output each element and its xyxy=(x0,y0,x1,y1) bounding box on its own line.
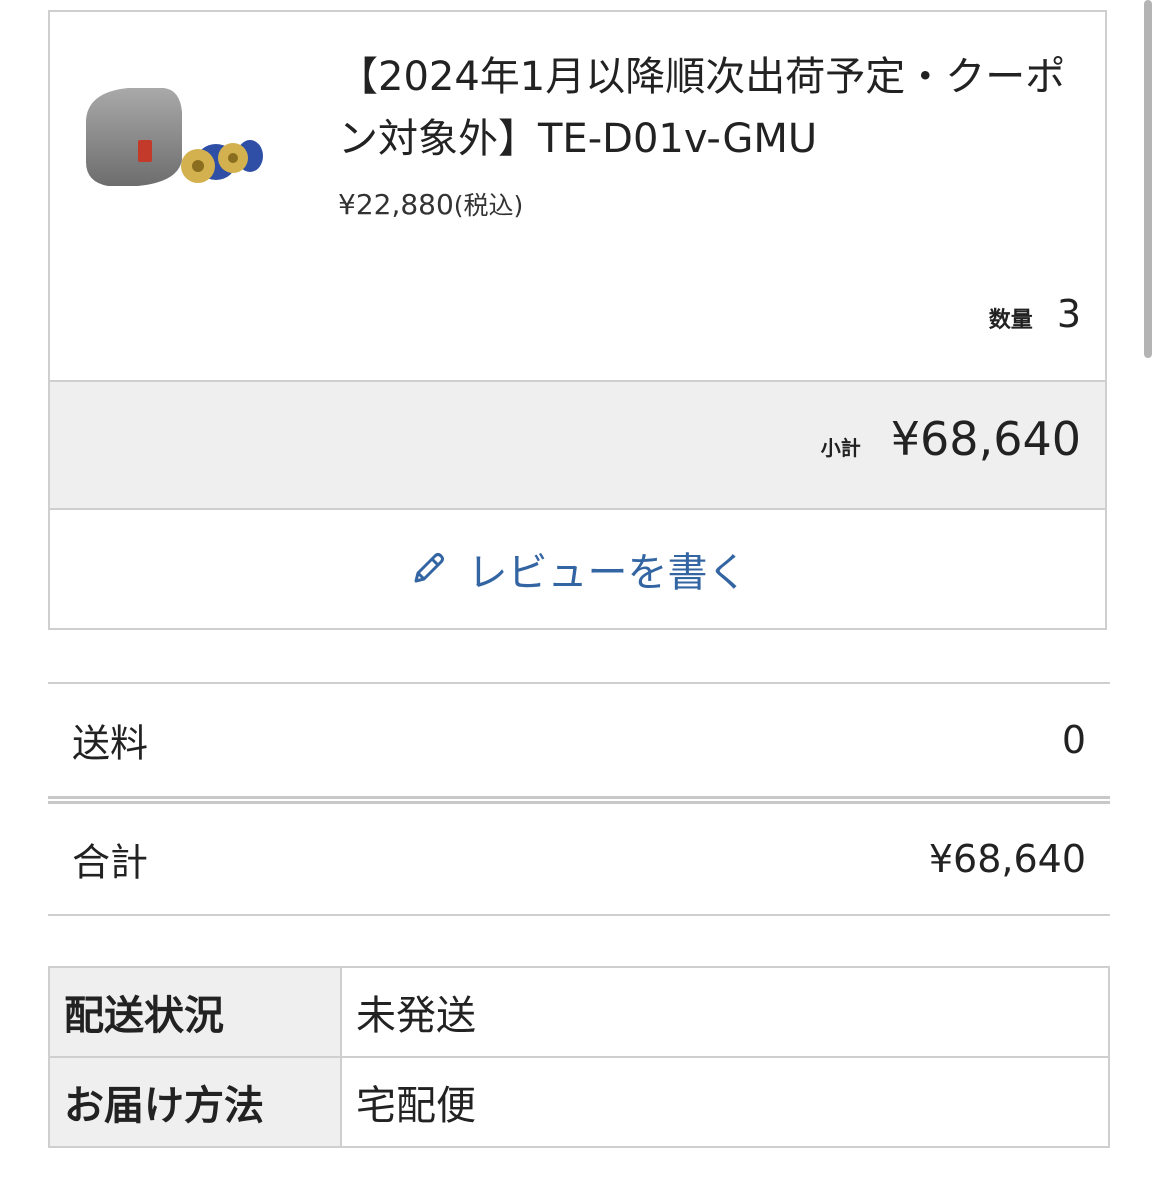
write-review-label: レビューを書く xyxy=(467,550,748,596)
shipping-row: 送料 0 xyxy=(48,682,1110,796)
total-value: ¥68,640 xyxy=(928,837,1086,881)
total-row: 合計 ¥68,640 xyxy=(48,804,1110,916)
delivery-status-label: 配送状況 xyxy=(48,966,342,1058)
tax-included-label: (税込) xyxy=(453,191,524,220)
subtotal-label: 小計 xyxy=(820,436,861,460)
summary-divider xyxy=(48,796,1110,804)
delivery-method-label: お届け方法 xyxy=(48,1056,342,1148)
shipping-label: 送料 xyxy=(72,721,149,766)
write-review-button[interactable]: レビューを書く xyxy=(50,510,1105,628)
shipping-value: 0 xyxy=(1061,718,1086,762)
delivery-status-value: 未発送 xyxy=(340,966,1110,1058)
subtotal-value: ¥68,640 xyxy=(890,412,1081,466)
table-row: 配送状況 未発送 xyxy=(48,966,1110,1058)
quantity: 数量 3 xyxy=(989,292,1081,336)
table-row: お届け方法 宅配便 xyxy=(48,1056,1110,1148)
pencil-icon xyxy=(414,553,444,583)
total-label: 合計 xyxy=(72,840,149,885)
unit-price-value: ¥22,880 xyxy=(338,188,454,221)
product-image[interactable] xyxy=(78,82,268,202)
delivery-method-value: 宅配便 xyxy=(340,1056,1110,1148)
page-scrollbar[interactable] xyxy=(1144,0,1152,358)
product-section: 【2024年1月以降順次出荷予定・クーポン対象外】TE-D01v-GMU ¥22… xyxy=(50,12,1105,382)
unit-price: ¥22,880(税込) xyxy=(338,186,523,222)
product-title[interactable]: 【2024年1月以降順次出荷予定・クーポン対象外】TE-D01v-GMU xyxy=(338,46,1078,170)
quantity-label: 数量 xyxy=(988,308,1033,333)
delivery-status-table: 配送状況 未発送 お届け方法 宅配便 xyxy=(48,966,1110,1148)
quantity-value: 3 xyxy=(1056,292,1081,336)
order-item-card: 【2024年1月以降順次出荷予定・クーポン対象外】TE-D01v-GMU ¥22… xyxy=(48,10,1107,630)
subtotal-section: 小計 ¥68,640 xyxy=(50,382,1105,510)
